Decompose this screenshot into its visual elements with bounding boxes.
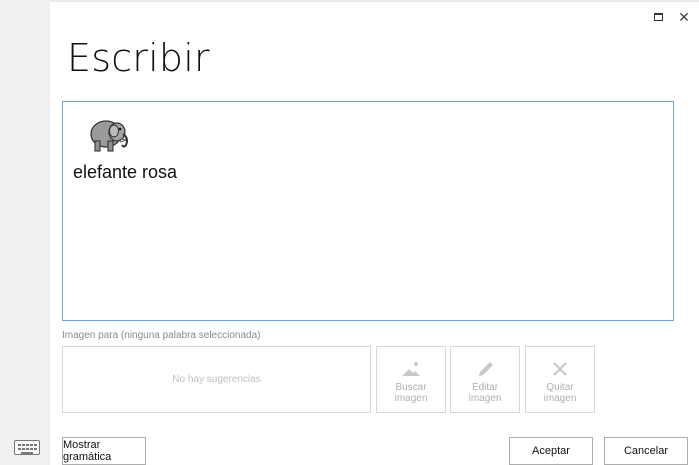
pencil-icon [479, 362, 493, 376]
edit-image-label-2: imagen [468, 393, 502, 404]
search-image-label-2: imagen [394, 393, 428, 404]
remove-image-label-2: imagen [543, 393, 577, 404]
left-strip [0, 0, 50, 465]
symbol-word[interactable]: elefante rosa [73, 114, 177, 183]
elephant-icon [90, 120, 128, 152]
remove-image-label-1: Quitar [546, 382, 574, 393]
remove-image-button[interactable]: Quitar imagen [525, 346, 595, 413]
text-editor[interactable]: elefante rosa [62, 101, 674, 321]
suggestions-panel: No hay sugerencias [62, 346, 371, 413]
image-search-icon [402, 362, 420, 376]
edit-image-button[interactable]: Editar imagen [450, 346, 520, 413]
close-icon[interactable]: ✕ [677, 10, 691, 24]
page-title: Escribir [67, 36, 210, 80]
edit-image-label-1: Editar [471, 382, 499, 393]
search-image-label-1: Buscar [395, 382, 427, 393]
keyboard-icon[interactable] [14, 440, 40, 455]
image-for-caption: Imagen para (ninguna palabra seleccionad… [62, 330, 261, 341]
app-root: ✕ Escribir elefante rosa Imagen para (ni… [0, 0, 699, 465]
maximize-icon[interactable] [651, 10, 665, 24]
accept-button[interactable]: Aceptar [509, 437, 593, 465]
no-suggestions-text: No hay sugerencias [172, 374, 261, 385]
remove-x-icon [553, 362, 567, 376]
write-dialog: ✕ Escribir elefante rosa Imagen para (ni… [50, 0, 699, 465]
show-grammar-button[interactable]: Mostrar gramática [62, 437, 146, 465]
search-image-button[interactable]: Buscar imagen [376, 346, 446, 413]
word-label: elefante rosa [73, 162, 178, 182]
cancel-button[interactable]: Cancelar [604, 437, 688, 465]
